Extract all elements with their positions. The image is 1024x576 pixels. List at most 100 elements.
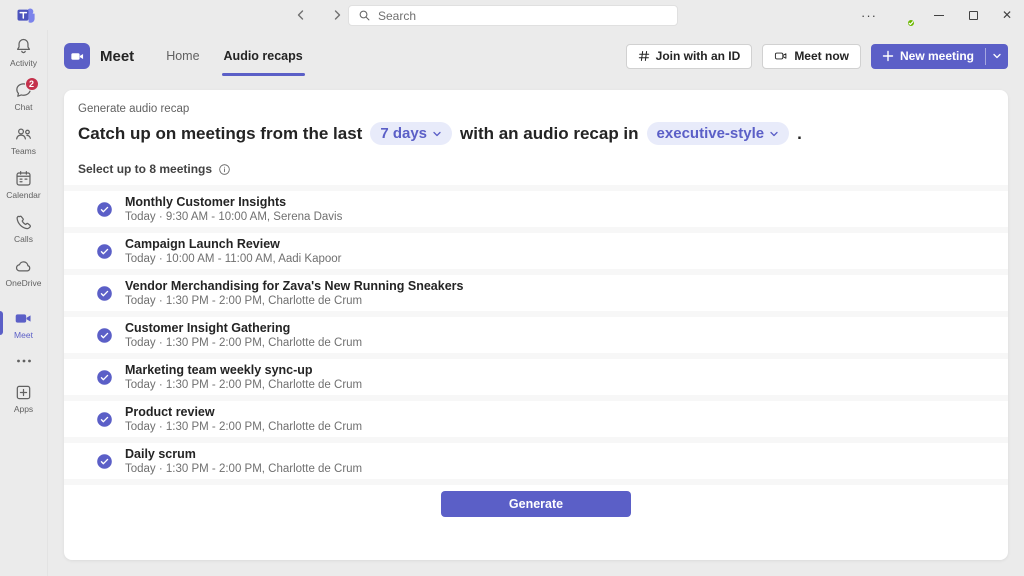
maximize-icon <box>969 11 978 20</box>
chevron-down-icon <box>432 129 442 139</box>
app-header: Meet Home Audio recaps Join with an ID M… <box>48 30 1024 82</box>
meeting-details: Today · 10:00 AM - 11:00 AM, Aadi Kapoor <box>125 253 342 265</box>
phone-icon <box>14 213 33 232</box>
back-icon[interactable] <box>290 4 312 26</box>
audio-recap-panel: Generate audio recap Catch up on meeting… <box>64 90 1008 560</box>
sidebar-item-chat[interactable]: 2 Chat <box>0 74 48 118</box>
sidebar-item-activity[interactable]: Activity <box>0 30 48 74</box>
user-avatar[interactable] <box>892 4 914 26</box>
sidebar-item-apps[interactable]: Apps <box>0 376 48 420</box>
selected-check-icon[interactable] <box>96 327 113 344</box>
titlebar-more-button[interactable]: ··· <box>854 8 884 23</box>
minimize-icon <box>934 15 944 16</box>
meeting-row[interactable]: Daily scrum Today · 1:30 PM - 2:00 PM, C… <box>64 443 1008 485</box>
meet-now-button[interactable]: Meet now <box>762 44 861 69</box>
video-camera-icon <box>14 309 33 328</box>
days-dropdown-value: 7 days <box>380 125 427 142</box>
new-meeting-label: New meeting <box>900 49 974 63</box>
sidebar-item-label: Activity <box>10 58 37 68</box>
sidebar-item-onedrive[interactable]: OneDrive <box>0 250 48 294</box>
minimize-button[interactable] <box>922 0 956 30</box>
selected-check-icon[interactable] <box>96 411 113 428</box>
selected-check-icon[interactable] <box>96 453 113 470</box>
sidebar-item-calendar[interactable]: Calendar <box>0 162 48 206</box>
headline-part1: Catch up on meetings from the last <box>78 124 362 144</box>
join-with-id-button[interactable]: Join with an ID <box>626 44 753 69</box>
meeting-row[interactable]: Customer Insight Gathering Today · 1:30 … <box>64 317 1008 359</box>
hash-icon <box>638 50 650 62</box>
meeting-details: Today · 9:30 AM - 10:00 AM, Serena Davis <box>125 211 342 223</box>
meeting-details: Today · 1:30 PM - 2:00 PM, Charlotte de … <box>125 463 362 475</box>
app-rail: Activity 2 Chat Teams Calendar Calls One… <box>0 30 48 576</box>
generate-button[interactable]: Generate <box>441 491 631 517</box>
tab-audio-recaps[interactable]: Audio recaps <box>212 30 315 82</box>
meeting-list: Monthly Customer Insights Today · 9:30 A… <box>64 185 1008 485</box>
new-meeting-button[interactable]: New meeting <box>871 44 985 69</box>
search-input[interactable] <box>378 9 668 23</box>
select-meetings-label: Select up to 8 meetings <box>78 162 212 176</box>
meeting-row[interactable]: Vendor Merchandising for Zava's New Runn… <box>64 275 1008 317</box>
meeting-title: Product review <box>125 405 362 419</box>
style-dropdown[interactable]: executive-style <box>647 122 790 145</box>
tab-home[interactable]: Home <box>154 30 211 82</box>
calendar-icon <box>14 169 33 188</box>
forward-icon[interactable] <box>326 4 348 26</box>
teams-logo-icon <box>16 5 36 25</box>
headline-part2: with an audio recap in <box>460 124 639 144</box>
presence-available-icon <box>906 18 916 28</box>
meeting-details: Today · 1:30 PM - 2:00 PM, Charlotte de … <box>125 337 362 349</box>
sidebar-item-label: Meet <box>14 330 33 340</box>
meet-app-icon <box>64 43 90 69</box>
new-meeting-split-button: New meeting <box>871 44 1008 69</box>
meeting-row[interactable]: Marketing team weekly sync-up Today · 1:… <box>64 359 1008 401</box>
sidebar-item-label: Apps <box>14 404 33 414</box>
bell-icon <box>14 37 33 56</box>
people-icon <box>14 125 33 144</box>
selected-check-icon[interactable] <box>96 201 113 218</box>
chevron-down-icon <box>992 51 1002 61</box>
meeting-details: Today · 1:30 PM - 2:00 PM, Charlotte de … <box>125 379 362 391</box>
meet-now-label: Meet now <box>794 49 849 63</box>
plus-icon <box>882 50 894 62</box>
meeting-title: Daily scrum <box>125 447 362 461</box>
select-meetings-row: Select up to 8 meetings <box>78 162 1008 176</box>
maximize-button[interactable] <box>956 0 990 30</box>
rail-more-button[interactable] <box>16 346 32 376</box>
sidebar-item-teams[interactable]: Teams <box>0 118 48 162</box>
meeting-title: Marketing team weekly sync-up <box>125 363 362 377</box>
close-button[interactable]: ✕ <box>990 0 1024 30</box>
page-title: Meet <box>100 48 134 65</box>
info-icon[interactable] <box>218 163 231 176</box>
meeting-title: Vendor Merchandising for Zava's New Runn… <box>125 279 463 293</box>
close-icon: ✕ <box>1002 9 1012 21</box>
chat-unread-badge: 2 <box>25 77 39 91</box>
headline-part3: . <box>797 124 802 144</box>
sidebar-item-label: OneDrive <box>6 278 42 288</box>
camera-outline-icon <box>774 49 788 63</box>
selected-check-icon[interactable] <box>96 243 113 260</box>
section-eyebrow: Generate audio recap <box>78 103 1008 115</box>
sidebar-item-meet[interactable]: Meet <box>0 302 48 346</box>
meeting-details: Today · 1:30 PM - 2:00 PM, Charlotte de … <box>125 295 463 307</box>
selected-check-icon[interactable] <box>96 285 113 302</box>
sidebar-item-label: Teams <box>11 146 36 156</box>
headline: Catch up on meetings from the last 7 day… <box>78 122 1008 145</box>
selected-check-icon[interactable] <box>96 369 113 386</box>
title-bar: ··· ✕ <box>0 0 1024 30</box>
days-dropdown[interactable]: 7 days <box>370 122 452 145</box>
sidebar-item-calls[interactable]: Calls <box>0 206 48 250</box>
sidebar-item-label: Calendar <box>6 190 41 200</box>
chevron-down-icon <box>769 129 779 139</box>
search-bar[interactable] <box>348 5 678 26</box>
style-dropdown-value: executive-style <box>657 125 765 142</box>
search-icon <box>358 9 371 22</box>
meeting-row[interactable]: Campaign Launch Review Today · 10:00 AM … <box>64 233 1008 275</box>
sidebar-item-label: Calls <box>14 234 33 244</box>
apps-plus-icon <box>14 383 33 402</box>
meeting-title: Customer Insight Gathering <box>125 321 362 335</box>
new-meeting-dropdown-button[interactable] <box>986 44 1008 69</box>
sidebar-item-label: Chat <box>15 102 33 112</box>
meeting-row[interactable]: Monthly Customer Insights Today · 9:30 A… <box>64 191 1008 233</box>
meeting-row[interactable]: Product review Today · 1:30 PM - 2:00 PM… <box>64 401 1008 443</box>
tab-bar: Home Audio recaps <box>154 30 315 82</box>
